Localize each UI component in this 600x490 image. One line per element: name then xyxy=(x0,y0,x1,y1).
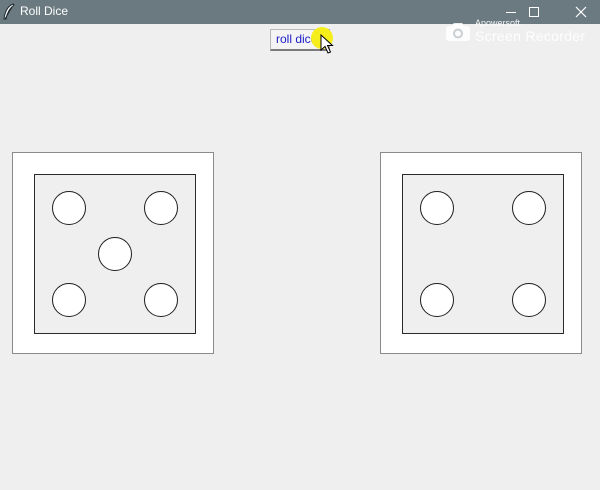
close-button[interactable] xyxy=(558,0,600,24)
camera-icon xyxy=(445,22,471,47)
die-pip xyxy=(144,191,179,226)
die-pip xyxy=(98,237,132,271)
die-pip xyxy=(419,191,454,226)
maximize-button[interactable] xyxy=(511,0,557,24)
die-pip xyxy=(512,191,547,226)
die-pip xyxy=(144,282,179,317)
die-pip xyxy=(419,282,454,317)
maximize-icon xyxy=(528,6,540,18)
die-pip xyxy=(51,191,86,226)
right-die-face xyxy=(402,174,564,334)
left-die xyxy=(12,152,214,354)
arrow-cursor-icon xyxy=(320,33,334,59)
left-die-face xyxy=(34,174,196,334)
die-pip xyxy=(51,282,86,317)
feather-icon xyxy=(2,3,16,21)
window-title: Roll Dice xyxy=(20,4,69,18)
close-icon xyxy=(575,6,587,18)
title-bar: Roll Dice xyxy=(0,0,600,24)
watermark-product: Screen Recorder xyxy=(475,28,586,44)
die-pip xyxy=(512,282,547,317)
right-die xyxy=(380,152,582,354)
